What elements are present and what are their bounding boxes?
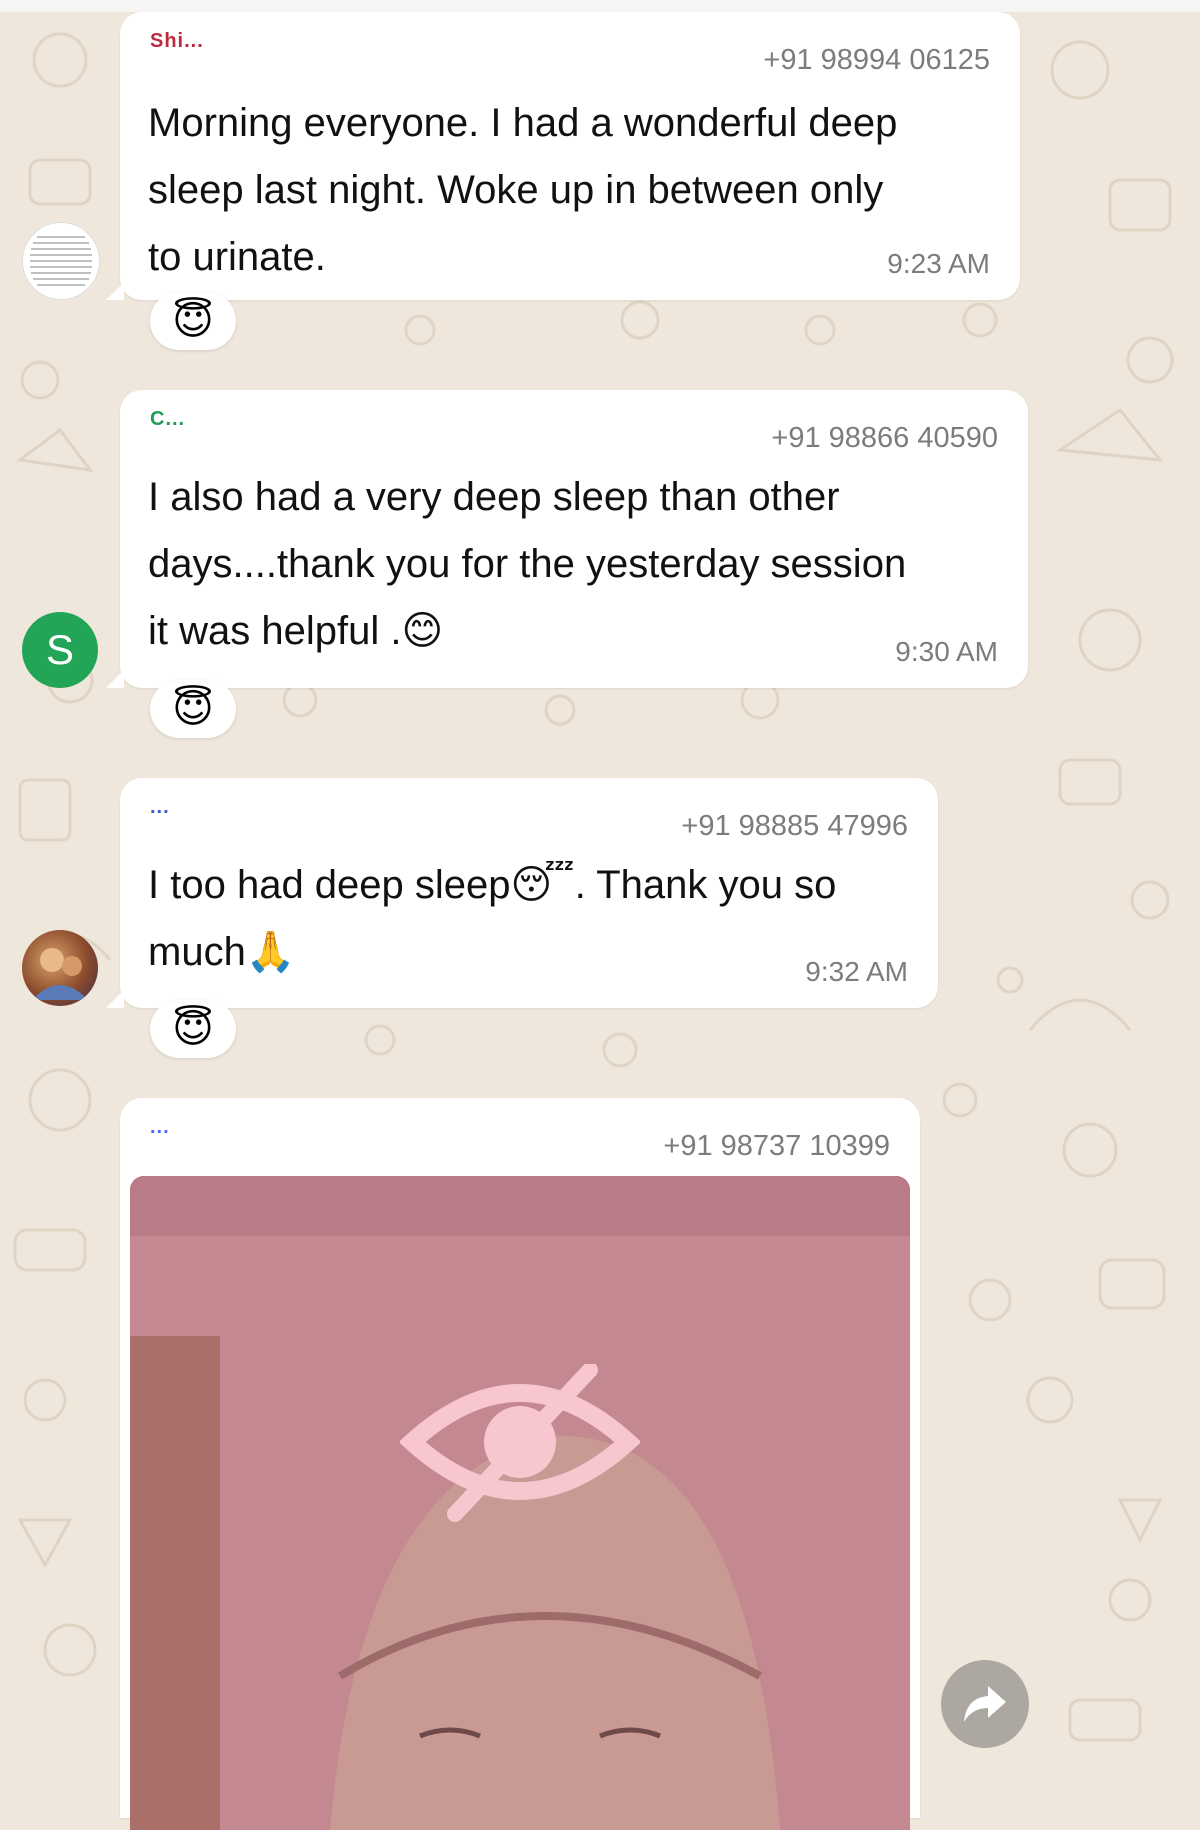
sender-name[interactable]: ...: [150, 1116, 170, 1139]
bubble-tail: [106, 282, 124, 300]
sender-name[interactable]: C...: [150, 408, 185, 431]
avatar-initial: S: [45, 626, 74, 673]
sleeping-face-emoji: 😴: [510, 862, 575, 908]
message-bubble[interactable]: C... +91 98866 40590 I also had a very d…: [106, 390, 1028, 688]
innocent-face-emoji: 😇: [172, 686, 214, 732]
message-line: much: [148, 930, 246, 974]
reaction-badge[interactable]: 😇: [150, 1000, 236, 1058]
message-time: 9:30 AM: [895, 636, 998, 667]
reaction-badge[interactable]: 😇: [150, 680, 236, 738]
sender-phone[interactable]: +91 98866 40590: [771, 422, 998, 455]
message-bubble[interactable]: ... +91 98737 10399: [120, 1098, 920, 1830]
reaction-badge[interactable]: 😇: [150, 292, 236, 350]
innocent-face-emoji: 😇: [172, 298, 214, 344]
avatar[interactable]: [22, 930, 98, 1006]
message-bubble[interactable]: ... +91 98885 47996 I too had deep sleep…: [106, 778, 938, 1008]
message-line: Morning everyone. I had a wonderful deep: [148, 101, 898, 145]
message-line-with-emoji: it was helpful .😊: [148, 598, 906, 665]
sender-name[interactable]: Shi...: [150, 30, 204, 53]
hidden-photo[interactable]: [130, 1176, 910, 1830]
message-text: I also had a very deep sleep than other …: [148, 464, 906, 665]
message-line: I also had a very deep sleep than other: [148, 475, 840, 519]
forward-icon: [964, 1686, 1006, 1722]
message-line-with-emoji: I too had deep sleep😴. Thank you so: [148, 852, 836, 919]
message-time: 9:32 AM: [805, 956, 908, 987]
avatar[interactable]: S: [22, 612, 98, 688]
sender-phone[interactable]: +91 98737 10399: [663, 1130, 890, 1163]
sender-name[interactable]: ...: [150, 796, 170, 819]
sender-phone[interactable]: +91 98885 47996: [681, 810, 908, 843]
message-time: 9:23 AM: [887, 248, 990, 279]
text-image-avatar: [30, 236, 92, 286]
sender-phone[interactable]: +91 98994 06125: [763, 44, 990, 77]
message-text: I too had deep sleep😴. Thank you so much…: [148, 852, 836, 986]
message-line: to urinate.: [148, 235, 326, 279]
bubble-tail: [106, 990, 124, 1008]
message-line: sleep last night. Woke up in between onl…: [148, 168, 884, 212]
message-bubble[interactable]: Shi... +91 98994 06125 Morning everyone.…: [106, 12, 1020, 300]
innocent-face-emoji: 😇: [172, 1006, 214, 1052]
avatar[interactable]: [22, 222, 100, 300]
message-line: it was helpful .: [148, 609, 402, 653]
forward-button[interactable]: [941, 1660, 1029, 1748]
smiling-face-emoji: 😊: [401, 608, 444, 654]
folded-hands-emoji: 🙏: [245, 929, 296, 975]
message-line: I too had deep sleep: [148, 863, 511, 907]
photo-avatar: [32, 948, 88, 1000]
message-line-with-emoji: much🙏: [148, 919, 836, 986]
top-edge-bar: [0, 0, 1200, 12]
message-text: Morning everyone. I had a wonderful deep…: [148, 90, 897, 291]
eye-off-icon: [400, 1364, 640, 1522]
message-line: days....thank you for the yesterday sess…: [148, 542, 907, 586]
bubble-tail: [106, 670, 124, 688]
message-line: . Thank you so: [574, 863, 837, 907]
